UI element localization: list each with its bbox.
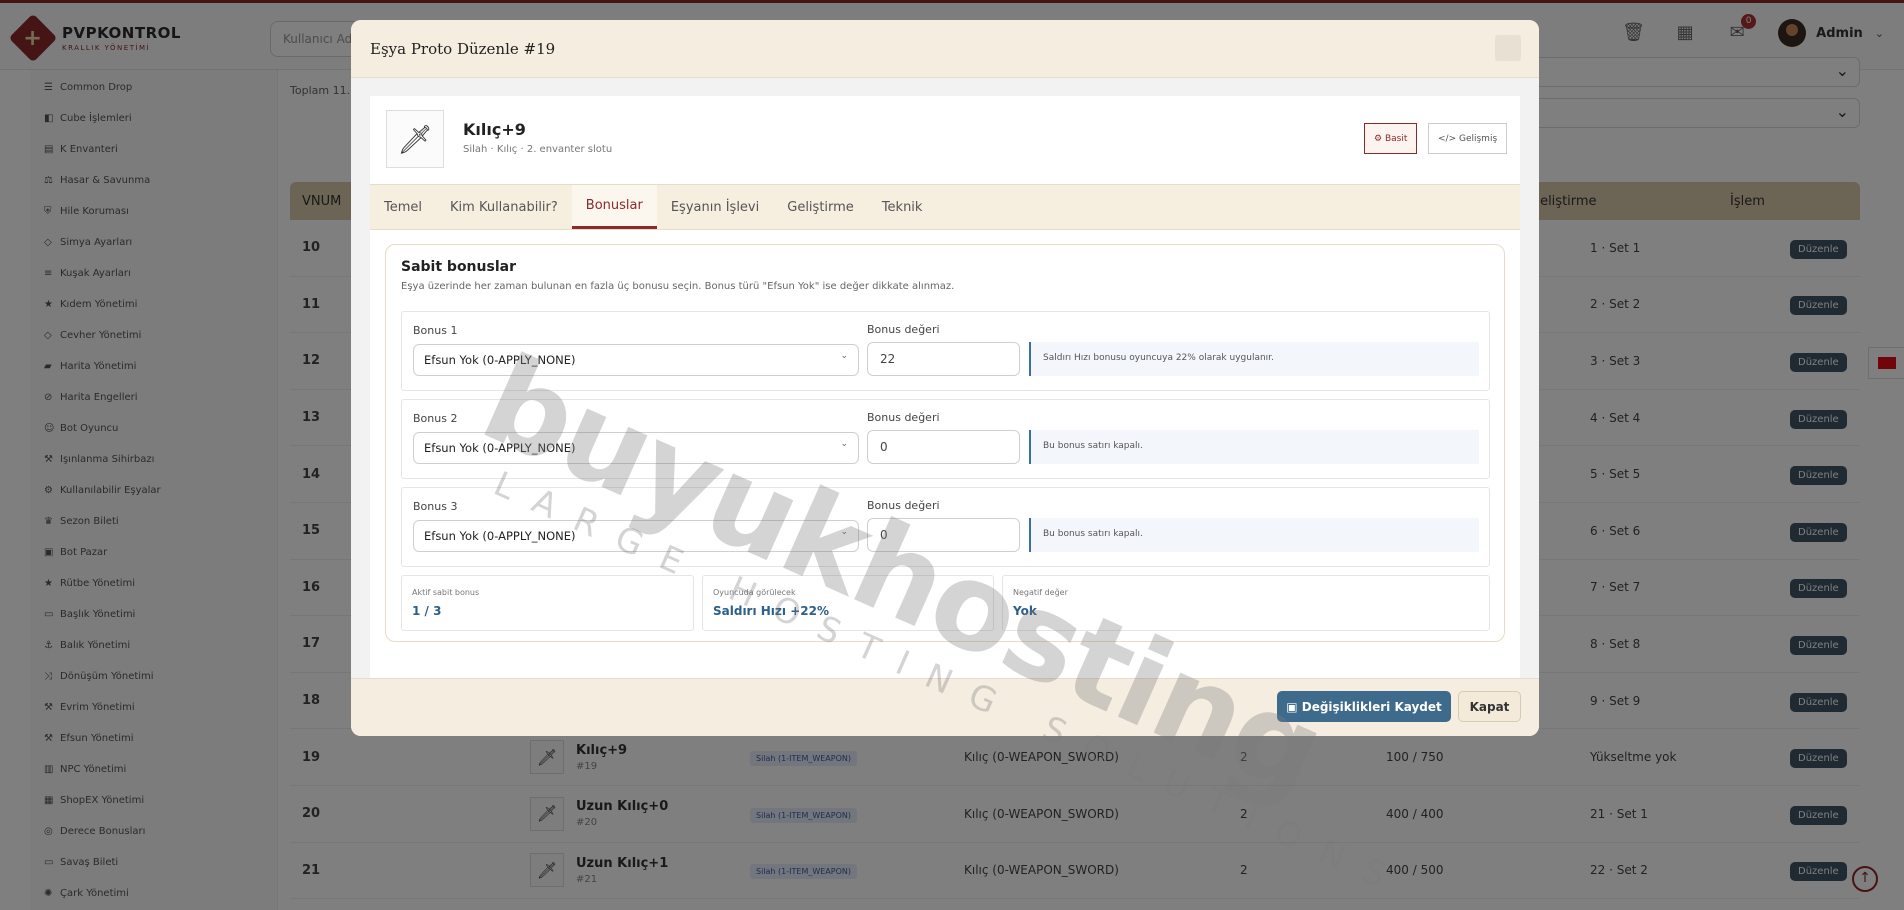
bonus-info: Bu bonus satırı kapalı.	[1029, 430, 1479, 464]
bonus-type-select[interactable]: Efsun Yok (0-APPLY_NONE) ⌄	[413, 520, 859, 552]
bonus-value-input[interactable]: 0	[867, 518, 1020, 552]
item-card: 🗡 Kılıç+9 Silah · Kılıç · 2. envanter sl…	[370, 96, 1520, 726]
modal-header: Eşya Proto Düzenle #19	[351, 20, 1539, 78]
fixed-bonuses-panel: Sabit bonuslar Eşya üzerinde her zaman b…	[385, 244, 1505, 642]
chevron-down-icon: ⌄	[840, 439, 848, 449]
tab-2[interactable]: Bonuslar	[571, 185, 657, 229]
sword-icon: 🗡	[386, 110, 444, 168]
bonus-value-label: Bonus değeri	[867, 499, 940, 512]
tab-0[interactable]: Temel	[370, 185, 436, 229]
bonus-label: Bonus 1	[413, 324, 458, 337]
bonus-info: Saldırı Hızı bonusu oyuncuya 22% olarak …	[1029, 342, 1479, 376]
tab-1[interactable]: Kim Kullanabilir?	[436, 185, 572, 229]
tab-bar: Temel Kim Kullanabilir? Bonuslar Eşyanın İş…	[370, 184, 1520, 230]
save-icon: ▣	[1286, 699, 1302, 714]
bonus-info: Bu bonus satırı kapalı.	[1029, 518, 1479, 552]
panel-description: Eşya üzerinde her zaman bulunan en fazla…	[401, 281, 955, 292]
tab-5[interactable]: Teknik	[868, 185, 937, 229]
panel-title: Sabit bonuslar	[401, 259, 516, 275]
basic-mode-button[interactable]: ⚙ Basit	[1364, 123, 1418, 154]
bonus-label: Bonus 2	[413, 412, 458, 425]
modal-footer: ▣ Değişiklikleri Kaydet Kapat	[351, 678, 1539, 736]
bonus-value-input[interactable]: 22	[867, 342, 1020, 376]
advanced-mode-button[interactable]: </> Gelişmiş	[1428, 123, 1508, 154]
bonus-row-2: Bonus 2 Efsun Yok (0-APPLY_NONE) ⌄ Bonus de…	[401, 399, 1490, 479]
gear-icon: ⚙	[1374, 133, 1385, 144]
modal-body: 🗡 Kılıç+9 Silah · Kılıç · 2. envanter sl…	[351, 78, 1539, 726]
bonus-value-label: Bonus değeri	[867, 323, 940, 336]
bonus-row-1: Bonus 1 Efsun Yok (0-APPLY_NONE) ⌄ Bonus de…	[401, 311, 1490, 391]
close-button[interactable]: Kapat	[1458, 691, 1521, 722]
bonus-type-select[interactable]: Efsun Yok (0-APPLY_NONE) ⌄	[413, 344, 859, 376]
bonus-type-select[interactable]: Efsun Yok (0-APPLY_NONE) ⌄	[413, 432, 859, 464]
bonus-type-value: Efsun Yok (0-APPLY_NONE)	[424, 529, 576, 543]
close-icon[interactable]	[1495, 35, 1521, 61]
tab-3[interactable]: Eşyanın İşlevi	[657, 185, 773, 229]
code-icon: </>	[1438, 133, 1459, 144]
item-meta: Silah · Kılıç · 2. envanter slotu	[463, 144, 613, 155]
item-name: Kılıç+9	[463, 120, 526, 139]
stat-active-bonus: Aktif sabit bonus 1 / 3	[401, 575, 694, 631]
bonus-label: Bonus 3	[413, 500, 458, 513]
bonus-value-input[interactable]: 0	[867, 430, 1020, 464]
tab-4[interactable]: Geliştirme	[773, 185, 868, 229]
bonus-row-3: Bonus 3 Efsun Yok (0-APPLY_NONE) ⌄ Bonus de…	[401, 487, 1490, 567]
bonus-value-label: Bonus değeri	[867, 411, 940, 424]
save-button[interactable]: ▣ Değişiklikleri Kaydet	[1277, 691, 1451, 722]
bonus-type-value: Efsun Yok (0-APPLY_NONE)	[424, 441, 576, 455]
modal-title: Eşya Proto Düzenle #19	[370, 39, 556, 58]
bonus-type-value: Efsun Yok (0-APPLY_NONE)	[424, 353, 576, 367]
chevron-down-icon: ⌄	[840, 527, 848, 537]
stat-negative-value: Negatif değer Yok	[1002, 575, 1490, 631]
stat-player-view: Oyuncuda görülecek Saldırı Hızı +22%	[702, 575, 994, 631]
item-proto-modal: Eşya Proto Düzenle #19 🗡 Kılıç+9 Silah ·…	[351, 20, 1539, 736]
chevron-down-icon: ⌄	[840, 351, 848, 361]
